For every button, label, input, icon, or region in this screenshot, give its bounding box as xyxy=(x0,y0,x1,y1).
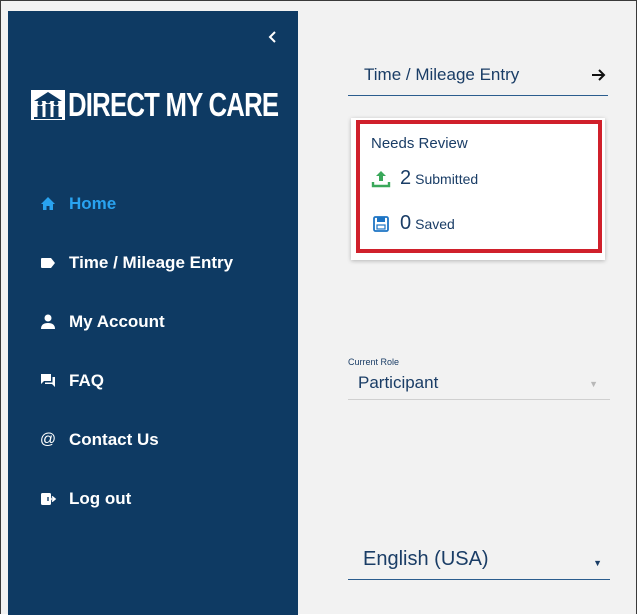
tag-icon xyxy=(38,253,58,273)
saved-count: 0 xyxy=(400,212,412,234)
home-icon xyxy=(38,194,58,214)
sidebar-item-label: FAQ xyxy=(69,370,104,390)
current-role-value: Participant xyxy=(358,373,439,392)
sidebar-item-home[interactable]: Home xyxy=(8,174,298,233)
dropdown-caret-icon: ▼ xyxy=(589,379,598,389)
time-mileage-entry-link[interactable]: Time / Mileage Entry xyxy=(348,61,608,96)
sidebar-item-time-mileage-entry[interactable]: Time / Mileage Entry xyxy=(8,233,298,292)
house-family-icon xyxy=(31,90,65,120)
submitted-count: 2 xyxy=(400,167,412,189)
floppy-disk-icon xyxy=(373,215,389,232)
sidebar-item-label: Home xyxy=(69,193,117,213)
chevron-left-icon xyxy=(268,31,276,43)
person-icon xyxy=(38,312,58,332)
at-icon: @ xyxy=(39,430,57,448)
sidebar-item-label: Time / Mileage Entry xyxy=(69,252,234,272)
language-select[interactable]: English (USA) ▼ xyxy=(348,541,610,580)
saved-row[interactable]: 0 Saved xyxy=(371,212,455,235)
logo: DIRECT MY CARE xyxy=(30,86,338,123)
language-value: English (USA) xyxy=(363,548,489,570)
sidebar-item-label: My Account xyxy=(69,311,165,331)
current-role-caption: Current Role xyxy=(348,357,400,367)
collapse-sidebar-button[interactable] xyxy=(266,29,280,45)
logo-text: DIRECT MY CARE xyxy=(68,86,279,123)
arrow-right-icon xyxy=(592,69,606,81)
sidebar: DIRECT MY CARE Home Time / Mileage Entry… xyxy=(8,11,298,615)
sidebar-item-contact-us[interactable]: @ Contact Us xyxy=(8,410,298,469)
current-role-select[interactable]: Participant ▼ xyxy=(348,369,610,400)
dropdown-caret-icon: ▼ xyxy=(593,558,602,568)
entry-link-label: Time / Mileage Entry xyxy=(364,65,520,84)
chat-icon xyxy=(38,371,58,391)
sidebar-nav: Home Time / Mileage Entry My Account FAQ xyxy=(8,174,298,528)
saved-label: Saved xyxy=(415,216,455,232)
sidebar-item-label: Log out xyxy=(69,488,132,508)
app-frame: DIRECT MY CARE Home Time / Mileage Entry… xyxy=(0,0,637,615)
logout-icon xyxy=(38,489,58,509)
submitted-label: Submitted xyxy=(415,171,479,187)
sidebar-item-my-account[interactable]: My Account xyxy=(8,292,298,351)
submitted-row[interactable]: 2 Submitted xyxy=(371,167,478,190)
sidebar-item-label: Contact Us xyxy=(69,429,159,449)
sidebar-item-faq[interactable]: FAQ xyxy=(8,351,298,410)
sidebar-item-log-out[interactable]: Log out xyxy=(8,469,298,528)
upload-icon xyxy=(371,170,391,187)
needs-review-title: Needs Review xyxy=(371,135,468,152)
main-content: Time / Mileage Entry Needs Review 2 Subm… xyxy=(298,11,637,615)
